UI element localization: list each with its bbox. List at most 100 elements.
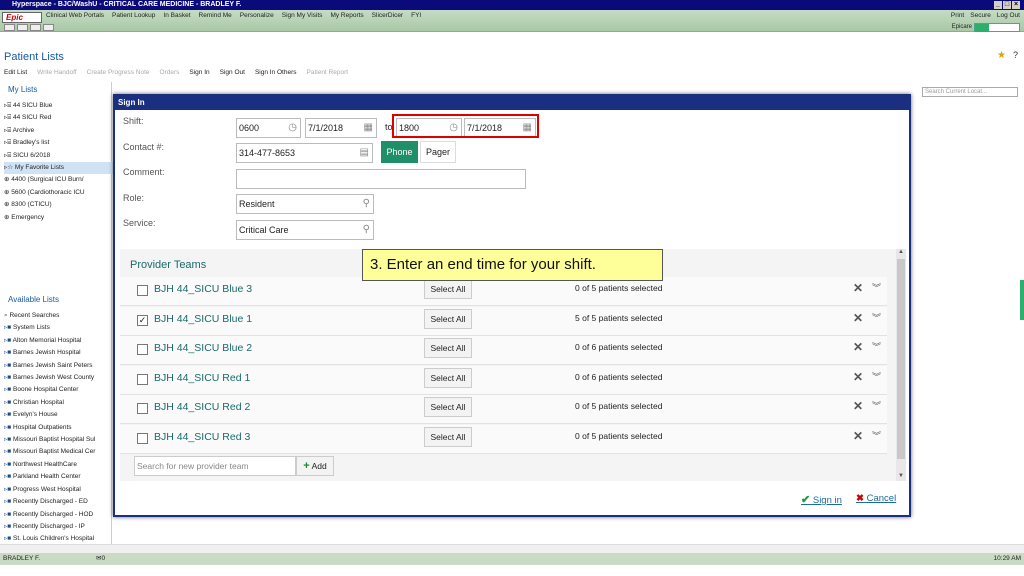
list-item[interactable]: ▹■ Barnes Jewish Hospital <box>4 347 114 359</box>
calendar-icon[interactable] <box>4 24 15 31</box>
team-name[interactable]: BJH 44_SICU Red 3 <box>154 431 250 443</box>
grid-icon[interactable] <box>30 24 41 31</box>
expand-chevron-icon[interactable]: ︾ <box>872 399 881 412</box>
toolbar-item[interactable]: Remind Me <box>199 12 232 19</box>
list-item[interactable]: ⊕ 4400 (Surgical ICU Burn/ <box>4 174 114 186</box>
list-item[interactable]: ▹■ Recently Discharged - HOD <box>4 509 114 521</box>
sign-in-button[interactable]: ✔ Sign in <box>801 493 842 506</box>
team-checkbox[interactable]: ✓ <box>137 314 148 326</box>
expand-chevron-icon[interactable]: ︾ <box>872 370 881 383</box>
toolbar-right-item[interactable]: Secure <box>970 12 991 19</box>
cancel-button[interactable]: ✖ Cancel <box>856 493 896 504</box>
expand-chevron-icon[interactable]: ︾ <box>872 311 881 324</box>
scroll-thumb[interactable] <box>897 259 905 459</box>
toolbar-right-item[interactable]: Print <box>951 12 964 19</box>
scroll-up-icon[interactable]: ▲ <box>898 249 904 255</box>
shift-start-time-input[interactable]: 0600 ◷ <box>236 118 301 138</box>
team-name[interactable]: BJH 44_SICU Red 2 <box>154 401 250 413</box>
list-item[interactable]: ▹■ Barnes Jewish West County <box>4 372 114 384</box>
toolbar-item[interactable]: Clinical Web Portals <box>46 12 104 19</box>
teams-scrollbar[interactable]: ▲ ▼ <box>896 249 906 481</box>
select-all-button[interactable]: Select All <box>424 338 472 358</box>
list-item[interactable]: ▹⌸ SICU 6/2018 <box>4 150 114 162</box>
team-name[interactable]: BJH 44_SICU Blue 2 <box>154 342 252 354</box>
list-item[interactable]: ▹■ Missouri Baptist Hospital Sul <box>4 434 114 446</box>
team-checkbox[interactable] <box>137 432 148 444</box>
maximize-icon[interactable]: □ <box>1003 1 1011 9</box>
help-icon[interactable]: ? <box>1013 50 1018 60</box>
toolbar-item[interactable]: My Reports <box>330 12 363 19</box>
service-input[interactable]: Critical Care ⚲ <box>236 220 374 240</box>
team-name[interactable]: BJH 44_SICU Blue 3 <box>154 283 252 295</box>
remove-team-icon[interactable]: ✕ <box>853 399 863 413</box>
action-1[interactable]: Edit List <box>4 69 27 76</box>
folder-icon[interactable] <box>43 24 54 31</box>
team-name[interactable]: BJH 44_SICU Red 1 <box>154 372 250 384</box>
scroll-down-icon[interactable]: ▼ <box>898 473 904 479</box>
list-item[interactable]: ⊕ Emergency <box>4 212 114 224</box>
add-team-button[interactable]: + Add <box>296 456 334 476</box>
list-item[interactable]: ▹■ Northwest HealthCare <box>4 459 114 471</box>
side-panel-tab[interactable] <box>1020 280 1024 320</box>
list-item[interactable]: ▹⌸ Archive <box>4 125 114 137</box>
bottom-scrollbar[interactable] <box>0 544 1024 553</box>
list-item[interactable]: ▹■ Missouri Baptist Medical Cer <box>4 446 114 458</box>
action-3[interactable]: Create Progress Note <box>87 69 150 76</box>
role-input[interactable]: Resident ⚲ <box>236 194 374 214</box>
close-icon[interactable]: × <box>1012 1 1020 9</box>
clock-icon[interactable]: ◷ <box>288 122 297 134</box>
toolbar-item[interactable]: SlicerDicer <box>372 12 403 19</box>
list-item[interactable]: ▹■ Alton Memorial Hospital <box>4 335 114 347</box>
search-icon[interactable] <box>975 24 989 32</box>
search-provider-team-input[interactable]: Search for new provider team <box>134 456 296 476</box>
expand-chevron-icon[interactable]: ︾ <box>872 281 881 294</box>
epic-menu-button[interactable]: Epic <box>2 12 42 23</box>
search-icon[interactable]: ⚲ <box>363 224 370 236</box>
list-item[interactable]: ▹■ Recently Discharged - IP <box>4 521 114 533</box>
list-item[interactable]: ▹☆ My Favorite Lists <box>4 162 114 175</box>
toolbar-item[interactable]: In Basket <box>163 12 190 19</box>
action-7[interactable]: Sign In Others <box>255 69 297 76</box>
pager-button[interactable]: Pager <box>420 141 456 163</box>
remove-team-icon[interactable]: ✕ <box>853 429 863 443</box>
remove-team-icon[interactable]: ✕ <box>853 281 863 295</box>
list-item[interactable]: ▹■ Recently Discharged - ED <box>4 496 114 508</box>
phonebook-icon[interactable]: ▤ <box>360 147 369 159</box>
list-item[interactable]: ▹⌸ 44 SICU Red <box>4 112 114 124</box>
list-item[interactable]: ▹■ Christian Hospital <box>4 397 114 409</box>
select-all-button[interactable]: Select All <box>424 308 472 329</box>
team-name[interactable]: BJH 44_SICU Blue 1 <box>154 313 252 325</box>
select-all-button[interactable]: Select All <box>424 367 472 388</box>
list-item[interactable]: ▹■ System Lists <box>4 322 114 334</box>
list-item[interactable]: ▹⌸ 44 SICU Blue <box>4 100 114 112</box>
toolbar-item[interactable]: Personalize <box>240 12 274 19</box>
team-checkbox[interactable] <box>137 285 148 296</box>
action-5[interactable]: Sign In <box>189 69 209 76</box>
select-all-button[interactable]: Select All <box>424 279 472 299</box>
search-current-location-input[interactable]: Search Current Locat... <box>922 87 1018 97</box>
list-item[interactable]: ▹■ Boone Hospital Center <box>4 384 114 396</box>
remove-team-icon[interactable]: ✕ <box>853 370 863 384</box>
team-checkbox[interactable] <box>137 344 148 355</box>
list-item[interactable]: ⊕ 8300 (CTICU) <box>4 199 114 211</box>
star-icon[interactable]: ★ <box>997 50 1006 61</box>
list-item[interactable]: ▹■ Hospital Outpatients <box>4 422 114 434</box>
list-item[interactable]: ▹■ Parkland Health Center <box>4 471 114 483</box>
shift-start-date-input[interactable]: 7/1/2018 ▦ <box>305 118 377 138</box>
calendar-icon[interactable]: ▦ <box>364 122 373 134</box>
status-message-count[interactable]: ✉0 <box>96 553 105 565</box>
list-icon[interactable] <box>17 24 28 31</box>
action-2[interactable]: Write Handoff <box>37 69 77 76</box>
remove-team-icon[interactable]: ✕ <box>853 340 863 354</box>
list-item[interactable]: ▹■ Barnes Jewish Saint Peters <box>4 360 114 372</box>
comment-input[interactable] <box>236 169 526 189</box>
list-item[interactable]: ▹⌸ Bradley's list <box>4 137 114 149</box>
remove-team-icon[interactable]: ✕ <box>853 311 863 325</box>
toolbar-search[interactable] <box>974 23 1020 32</box>
minimize-icon[interactable]: _ <box>994 1 1002 9</box>
list-item[interactable]: ⌕ Recent Searches <box>4 310 114 322</box>
toolbar-right-item[interactable]: Log Out <box>997 12 1020 19</box>
expand-chevron-icon[interactable]: ︾ <box>872 429 881 442</box>
action-4[interactable]: Orders <box>160 69 180 76</box>
action-6[interactable]: Sign Out <box>220 69 245 76</box>
